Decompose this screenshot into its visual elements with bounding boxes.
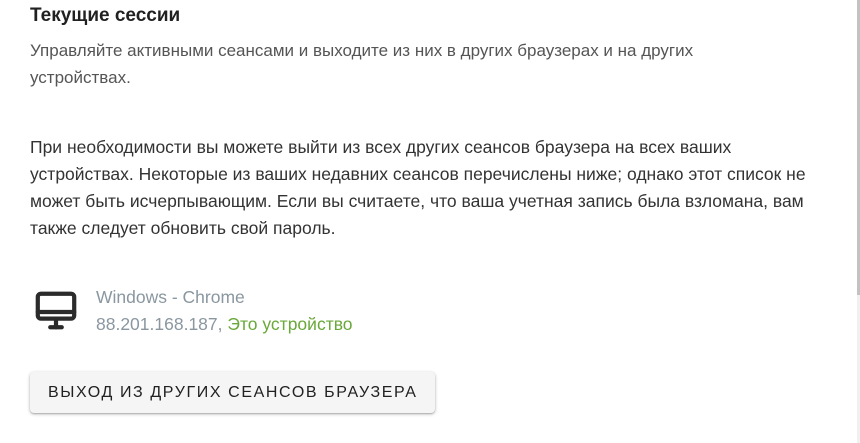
session-platform: Windows - Chrome — [96, 287, 245, 307]
browser-sessions-section: Текущие сессии Управляйте активными сеан… — [30, 0, 830, 413]
session-ip-address: 88.201.168.187, — [96, 314, 223, 334]
session-meta: 88.201.168.187, Это устройство — [96, 311, 353, 338]
browser-sessions-page: Текущие сессии Управляйте активными сеан… — [0, 0, 860, 443]
this-device-label: Это устройство — [227, 314, 353, 334]
session-details: Windows - Chrome 88.201.168.187, Это уст… — [96, 284, 353, 338]
section-title: Текущие сессии — [30, 5, 181, 26]
desktop-monitor-icon — [32, 287, 80, 335]
section-description: Управляйте активными сеансами и выходите… — [30, 41, 694, 87]
logout-other-sessions-button[interactable]: Выход из других сеансов браузера — [30, 372, 436, 413]
sessions-intro-text: При необходимости вы можете выйти из все… — [30, 137, 806, 238]
session-item: Windows - Chrome 88.201.168.187, Это уст… — [30, 284, 830, 338]
